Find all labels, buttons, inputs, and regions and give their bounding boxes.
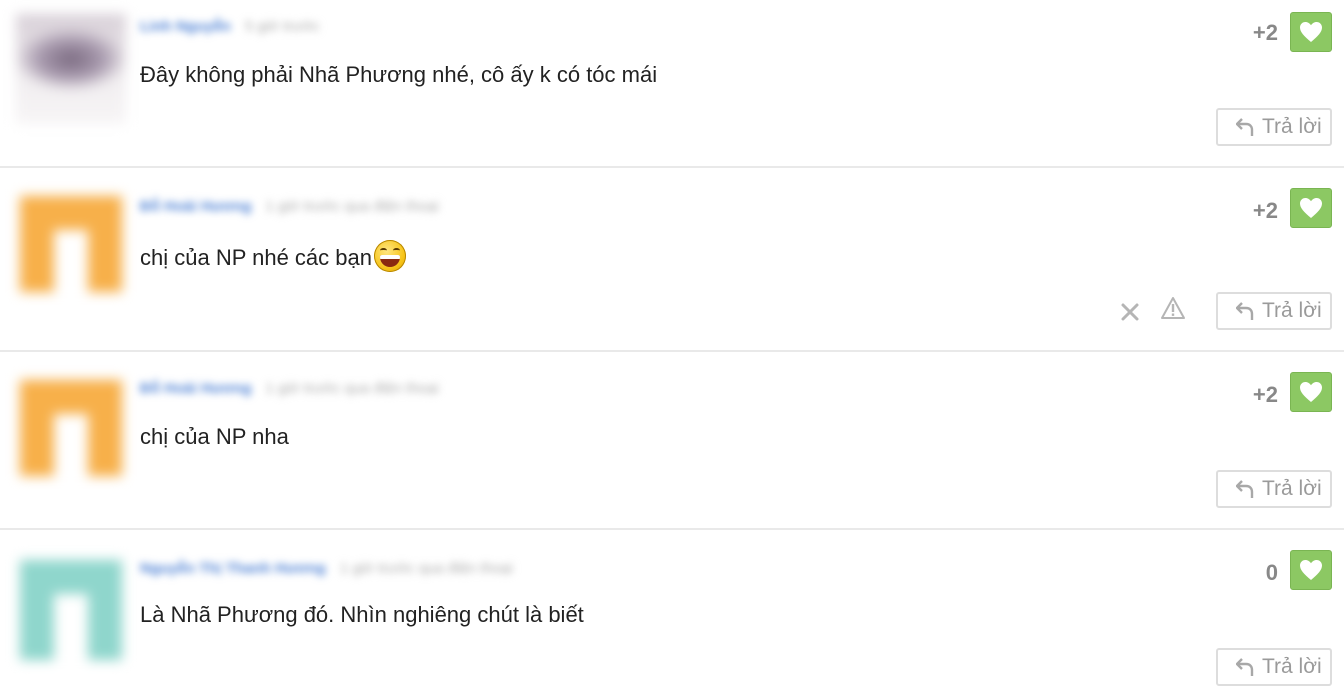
like-count: +2: [1252, 20, 1278, 45]
reply-arrow-icon: [1236, 118, 1254, 136]
comment-text-content: chị của NP nhé các bạn: [140, 245, 372, 270]
reply-label: Trả lời: [1262, 477, 1322, 500]
comment-text: chị của NP nha: [140, 424, 289, 449]
heart-icon: [1300, 198, 1322, 218]
avatar[interactable]: [16, 376, 126, 486]
warning-icon[interactable]: [1160, 296, 1186, 320]
reply-button[interactable]: Trả lời: [1216, 648, 1332, 686]
like-button[interactable]: [1290, 550, 1332, 590]
author-name[interactable]: Đỗ Hoài Hương: [140, 198, 252, 215]
like-count: +2: [1252, 382, 1278, 407]
comment-meta: Linh Nguyễn 5 giờ trước: [140, 18, 320, 40]
comment-text: chị của NP nhé các bạn: [140, 240, 406, 272]
author-name[interactable]: Linh Nguyễn: [140, 18, 231, 35]
comment-time: 5 giờ trước: [244, 18, 320, 35]
like-button[interactable]: [1290, 372, 1332, 412]
heart-icon: [1300, 22, 1322, 42]
comment-item: Linh Nguyễn 5 giờ trước Đây không phải Nh…: [0, 0, 1344, 166]
like-count: 0: [1265, 560, 1278, 585]
reply-label: Trả lời: [1262, 655, 1322, 678]
avatar[interactable]: [16, 192, 126, 302]
avatar[interactable]: [16, 556, 126, 666]
comment-time: 1 giờ trước qua điện thoại: [265, 380, 439, 397]
comment-time: 1 giờ trước qua điện thoại: [339, 560, 513, 577]
comment-text: Là Nhã Phương đó. Nhìn nghiêng chút là b…: [140, 602, 584, 627]
reply-button[interactable]: Trả lời: [1216, 108, 1332, 146]
comment-meta: Đỗ Hoài Hương 1 giờ trước qua điện thoại: [140, 380, 439, 402]
comment-item: Đỗ Hoài Hương 1 giờ trước qua điện thoại …: [0, 352, 1344, 528]
comment-item: Nguyễn Thị Thanh Hương 1 giờ trước qua đi…: [0, 530, 1344, 686]
reply-arrow-icon: [1236, 480, 1254, 498]
comment-text: Đây không phải Nhã Phương nhé, cô ấy k c…: [140, 62, 658, 87]
like-button[interactable]: [1290, 12, 1332, 52]
comment-time: 1 giờ trước qua điện thoại: [265, 198, 439, 215]
comment-meta: Đỗ Hoài Hương 1 giờ trước qua điện thoại: [140, 198, 439, 220]
like-button[interactable]: [1290, 188, 1332, 228]
reply-button[interactable]: Trả lời: [1216, 292, 1332, 330]
heart-icon: [1300, 382, 1322, 402]
author-name[interactable]: Đỗ Hoài Hương: [140, 380, 252, 397]
reply-arrow-icon: [1236, 302, 1254, 320]
comment-meta: Nguyễn Thị Thanh Hương 1 giờ trước qua đi…: [140, 560, 513, 582]
reply-label: Trả lời: [1262, 299, 1322, 322]
reply-button[interactable]: Trả lời: [1216, 470, 1332, 508]
heart-icon: [1300, 560, 1322, 580]
reply-arrow-icon: [1236, 658, 1254, 676]
laughing-emoji-icon: [373, 240, 406, 272]
reply-label: Trả lời: [1262, 115, 1322, 138]
close-icon[interactable]: [1120, 302, 1140, 322]
comment-item: Đỗ Hoài Hương 1 giờ trước qua điện thoại …: [0, 168, 1344, 350]
avatar[interactable]: [16, 14, 126, 124]
like-count: +2: [1252, 198, 1278, 223]
author-name[interactable]: Nguyễn Thị Thanh Hương: [140, 560, 326, 577]
